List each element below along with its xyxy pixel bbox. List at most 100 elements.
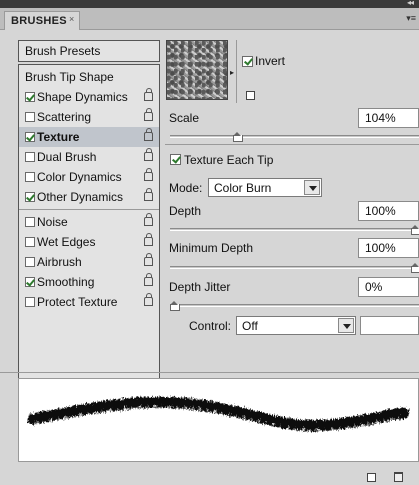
list-item-protect-texture[interactable]: Protect Texture bbox=[19, 292, 159, 312]
scale-slider-handle[interactable] bbox=[232, 132, 243, 142]
minimum-depth-slider-handle[interactable] bbox=[411, 263, 419, 273]
other-dynamics-checkbox[interactable] bbox=[25, 192, 35, 202]
minimum-depth-value-field[interactable]: 100% bbox=[358, 238, 419, 258]
brush-presets-label: Brush Presets bbox=[25, 44, 101, 58]
lock-icon[interactable] bbox=[144, 233, 153, 246]
list-item-label: Texture bbox=[37, 130, 80, 144]
collapse-icon[interactable]: ◂◂ bbox=[407, 0, 414, 7]
noise-checkbox[interactable] bbox=[25, 217, 35, 227]
list-item-smoothing[interactable]: Smoothing bbox=[19, 272, 159, 292]
list-item-label: Airbrush bbox=[37, 255, 82, 269]
panel-top-strip: ◂◂ bbox=[0, 0, 419, 8]
depth-jitter-label: Depth Jitter bbox=[169, 280, 231, 294]
depth-slider-handle[interactable] bbox=[411, 225, 419, 235]
list-divider bbox=[19, 209, 159, 210]
invert-label: Invert bbox=[255, 54, 286, 68]
brush-presets-button[interactable]: Brush Presets bbox=[18, 40, 160, 62]
lock-icon[interactable] bbox=[144, 273, 153, 286]
list-item-scattering[interactable]: Scattering bbox=[19, 107, 159, 127]
depth-label: Depth bbox=[169, 204, 202, 218]
list-item-airbrush[interactable]: Airbrush bbox=[19, 252, 159, 272]
list-item-texture[interactable]: Texture bbox=[19, 127, 159, 147]
depth-jitter-value: 0% bbox=[365, 280, 383, 294]
texture-checkbox[interactable] bbox=[25, 132, 35, 142]
list-item-dual-brush[interactable]: Dual Brush bbox=[19, 147, 159, 167]
list-item-label: Other Dynamics bbox=[37, 190, 124, 204]
new-preset-from-pattern-icon[interactable] bbox=[246, 91, 255, 100]
list-item-label: Brush Tip Shape bbox=[25, 70, 114, 84]
scale-slider-track[interactable] bbox=[170, 135, 419, 138]
lock-icon[interactable] bbox=[144, 293, 153, 306]
list-item-other-dynamics[interactable]: Other Dynamics bbox=[19, 187, 159, 207]
lock-icon[interactable] bbox=[144, 213, 153, 226]
control-label: Control: bbox=[189, 319, 232, 333]
close-icon[interactable]: × bbox=[69, 14, 75, 24]
mode-label: Mode: bbox=[169, 181, 203, 195]
list-item-label: Scattering bbox=[37, 110, 92, 124]
depth-jitter-slider-track[interactable] bbox=[170, 304, 419, 307]
list-item-label: Color Dynamics bbox=[37, 170, 122, 184]
stroke-preview-svg bbox=[27, 396, 410, 432]
list-item-label: Shape Dynamics bbox=[37, 90, 128, 104]
control-select[interactable]: Off bbox=[236, 316, 356, 335]
depth-value: 100% bbox=[365, 204, 396, 218]
lock-icon[interactable] bbox=[144, 253, 153, 266]
depth-jitter-value-field[interactable]: 0% bbox=[358, 277, 419, 297]
depth-jitter-slider-handle[interactable] bbox=[170, 301, 180, 311]
minimum-depth-slider-track[interactable] bbox=[170, 266, 419, 269]
tab-brushes[interactable]: BRUSHES × bbox=[4, 11, 80, 30]
brush-stroke bbox=[27, 396, 410, 432]
scattering-checkbox[interactable] bbox=[25, 112, 35, 122]
list-item-label: Smoothing bbox=[37, 275, 95, 289]
texture-pattern-thumbnail[interactable] bbox=[166, 40, 228, 100]
minimum-depth-label: Minimum Depth bbox=[169, 241, 254, 255]
lock-icon[interactable] bbox=[144, 168, 153, 181]
options-divider bbox=[165, 144, 419, 145]
scale-value-field[interactable]: 104% bbox=[358, 108, 419, 128]
depth-slider-track[interactable] bbox=[170, 228, 419, 231]
brush-options-listbox: Brush Tip Shape Shape Dynamics Scatterin… bbox=[18, 64, 160, 394]
lock-icon[interactable] bbox=[144, 148, 153, 161]
depth-value-field[interactable]: 100% bbox=[358, 201, 419, 221]
shape-dynamics-checkbox[interactable] bbox=[25, 92, 35, 102]
protect-texture-checkbox[interactable] bbox=[25, 297, 35, 307]
minimum-depth-value: 100% bbox=[365, 241, 396, 255]
pattern-picker-arrow-icon[interactable]: ▸ bbox=[230, 68, 234, 77]
color-dynamics-checkbox[interactable] bbox=[25, 172, 35, 182]
invert-checkbox[interactable] bbox=[242, 56, 253, 67]
lock-icon[interactable] bbox=[144, 128, 153, 141]
lock-icon[interactable] bbox=[144, 188, 153, 201]
control-extra-field[interactable] bbox=[360, 316, 419, 335]
smoothing-checkbox[interactable] bbox=[25, 277, 35, 287]
list-item-wet-edges[interactable]: Wet Edges bbox=[19, 232, 159, 252]
mode-value: Color Burn bbox=[214, 181, 272, 195]
list-item-label: Wet Edges bbox=[37, 235, 96, 249]
mode-select[interactable]: Color Burn bbox=[208, 178, 322, 197]
list-item-shape-dynamics[interactable]: Shape Dynamics bbox=[19, 87, 159, 107]
brush-settings-list: Brush Presets Brush Tip Shape Shape Dyna… bbox=[18, 40, 160, 394]
chevron-down-icon[interactable] bbox=[304, 180, 320, 195]
panel-menu-icon[interactable]: ▾≡ bbox=[406, 13, 416, 24]
scale-label: Scale bbox=[169, 111, 200, 125]
list-item-brush-tip-shape[interactable]: Brush Tip Shape bbox=[19, 67, 159, 87]
list-item-label: Noise bbox=[37, 215, 68, 229]
texture-each-tip-label: Texture Each Tip bbox=[184, 153, 274, 167]
panel-tab-bar: BRUSHES × ▾≡ bbox=[0, 8, 419, 30]
texture-each-tip-checkbox[interactable] bbox=[170, 154, 181, 165]
list-item-noise[interactable]: Noise bbox=[19, 212, 159, 232]
lock-icon[interactable] bbox=[144, 108, 153, 121]
wet-edges-checkbox[interactable] bbox=[25, 237, 35, 247]
airbrush-checkbox[interactable] bbox=[25, 257, 35, 267]
list-item-label: Protect Texture bbox=[37, 295, 118, 309]
list-item-label: Dual Brush bbox=[37, 150, 97, 164]
list-item-color-dynamics[interactable]: Color Dynamics bbox=[19, 167, 159, 187]
trash-icon[interactable] bbox=[394, 472, 403, 482]
thumbnail-divider bbox=[236, 40, 237, 103]
preview-divider bbox=[0, 372, 419, 373]
chevron-down-icon[interactable] bbox=[338, 318, 354, 333]
dual-brush-checkbox[interactable] bbox=[25, 152, 35, 162]
brush-stroke-preview bbox=[18, 378, 419, 462]
new-brush-icon[interactable] bbox=[367, 473, 376, 482]
lock-icon[interactable] bbox=[144, 88, 153, 101]
scale-value: 104% bbox=[365, 111, 396, 125]
